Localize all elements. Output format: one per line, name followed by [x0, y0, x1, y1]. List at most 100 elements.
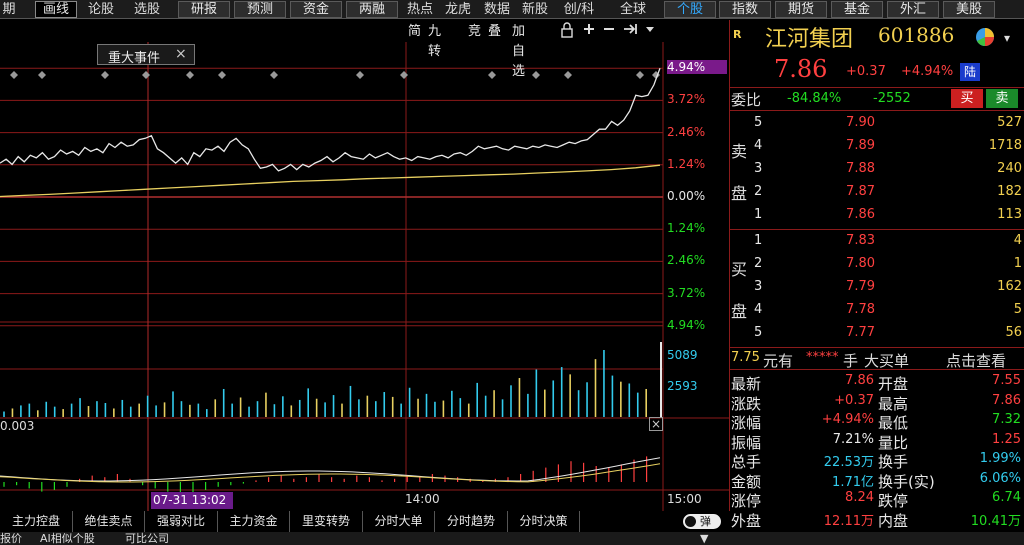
event-marker-icon — [142, 71, 150, 79]
bid-row-volume: 1 — [1013, 256, 1022, 271]
ask-row-level: 4 — [754, 138, 763, 153]
bid-row-level: 2 — [754, 256, 763, 271]
stat-value: 22.53万 — [823, 455, 874, 470]
menu-redian[interactable]: 热点 — [404, 1, 436, 18]
status-tab-baojia[interactable]: 报价 — [0, 532, 22, 545]
tab-qiangruoduibi[interactable]: 强弱对比 — [145, 511, 218, 532]
time-label-1500: 15:00 — [667, 492, 702, 506]
ask-row-level: 1 — [754, 207, 763, 222]
menu-liangrong-button[interactable]: 两融 — [346, 1, 398, 18]
indicator-tab-bar: 主力控盘 绝佳卖点 强弱对比 主力资金 里变转势 分时大单 分时趋势 分时决策 … — [0, 511, 1024, 532]
menu-meigu-button[interactable]: 美股 — [943, 1, 995, 18]
menu-shuju[interactable]: 数据 — [481, 1, 513, 18]
stat-label: 换手 — [878, 453, 909, 471]
major-event-box[interactable]: 重大事件 × — [97, 44, 195, 66]
menu-yanbao-button[interactable]: 研报 — [178, 1, 230, 18]
tab-fenshiqushi[interactable]: 分时趋势 — [435, 511, 508, 532]
plus-icon[interactable] — [582, 22, 598, 42]
menu-jijin-button[interactable]: 基金 — [831, 1, 883, 18]
stat-label: 涨跌 — [731, 394, 762, 413]
stat-label: 开盘 — [878, 375, 909, 393]
event-marker-icon — [186, 71, 194, 79]
tab-zhulikongpan[interactable]: 主力控盘 — [0, 511, 73, 532]
menu-zhishu-button[interactable]: 指数 — [719, 1, 771, 18]
menu-qi[interactable]: 期 — [0, 1, 18, 18]
big-order-view-link[interactable]: 点击查看 — [946, 350, 1006, 371]
intraday-chart-svg[interactable] — [0, 20, 729, 511]
bid-row-level: 1 — [754, 233, 763, 248]
big-order-label: 大买单 — [864, 352, 910, 370]
expand-icon[interactable] — [622, 22, 640, 42]
tab-fenshidadan[interactable]: 分时大单 — [363, 511, 435, 532]
menu-chuangke[interactable]: 创/科 — [558, 1, 600, 18]
big-order-unit: 元有 — [763, 352, 794, 370]
stat-value: 7.21% — [832, 431, 874, 447]
jing-button[interactable]: 竞 — [468, 22, 481, 42]
bid-row-level: 3 — [754, 279, 763, 294]
tab-fenshijuece[interactable]: 分时决策 — [508, 511, 580, 532]
bid-row-volume: 56 — [1005, 325, 1022, 340]
price-change-pct: +4.94% — [901, 64, 954, 79]
event-marker-icon — [38, 71, 46, 79]
ask-row-volume: 240 — [997, 161, 1022, 176]
menu-huaxian[interactable]: 画线 — [35, 1, 77, 18]
dropdown-icon[interactable] — [644, 22, 658, 42]
toggle-switch[interactable]: 弹 — [683, 514, 721, 529]
die-button[interactable]: 叠 — [488, 22, 501, 42]
sell-side-label-1: 卖 — [731, 142, 748, 161]
status-bar: 报价 AI相似个股 可比公司 ▼ — [0, 532, 1024, 545]
menu-quanqiu[interactable]: 全球 — [617, 1, 649, 18]
jian-button[interactable]: 简 — [408, 22, 421, 42]
menu-qihuo-button[interactable]: 期货 — [775, 1, 827, 18]
event-marker-icon — [488, 71, 496, 79]
ask-row-price: 7.87 — [846, 184, 875, 199]
menu-yuce-button[interactable]: 预测 — [234, 1, 286, 18]
weibi-ratio: -84.84% — [787, 91, 842, 106]
menu-gegu-button[interactable]: 个股 — [664, 1, 716, 18]
menu-waihui-button[interactable]: 外汇 — [887, 1, 939, 18]
event-marker-icon — [400, 71, 408, 79]
bid-row-price: 7.77 — [846, 325, 875, 340]
stat-value: 6.06% — [979, 470, 1021, 486]
status-arrow-icon[interactable]: ▼ — [700, 532, 708, 545]
ask-row-volume: 527 — [997, 115, 1022, 130]
ask-row-volume: 1718 — [988, 138, 1022, 153]
stat-value: 6.74 — [992, 490, 1021, 505]
pie-chart-icon[interactable] — [975, 27, 995, 47]
menu-xuangu[interactable]: 选股 — [131, 1, 163, 18]
add-watchlist-button[interactable]: 加自选 — [512, 22, 525, 79]
tab-libianzhuanshi[interactable]: 里变转势 — [290, 511, 363, 532]
toggle-label: 弹 — [700, 515, 711, 528]
menu-longhu[interactable]: 龙虎 — [442, 1, 474, 18]
intraday-chart-area — [0, 20, 729, 511]
menu-zijin-button[interactable]: 资金 — [290, 1, 342, 18]
ask-row-level: 2 — [754, 184, 763, 199]
stat-label: 换手(实) — [878, 472, 935, 491]
jiuzhuan-button[interactable]: 九转 — [428, 22, 441, 59]
sell-side-label-2: 盘 — [731, 184, 748, 203]
weibi-diff: -2552 — [873, 91, 911, 106]
event-marker-icon — [270, 71, 278, 79]
buy-side-label-2: 盘 — [731, 302, 748, 321]
tab-zhulizijin[interactable]: 主力资金 — [218, 511, 290, 532]
menu-lungu[interactable]: 论股 — [85, 1, 117, 18]
stat-label: 最新 — [731, 375, 762, 393]
stat-label: 最高 — [878, 394, 909, 413]
tab-jiajiamaidian[interactable]: 绝佳卖点 — [73, 511, 145, 532]
percent-tick-label: 2.46% — [667, 253, 706, 268]
macd-close-icon[interactable]: × — [649, 417, 663, 431]
bid-row-level: 4 — [754, 302, 763, 317]
bid-row-volume: 5 — [1013, 302, 1022, 317]
panel-dropdown-icon[interactable]: ▾ — [1004, 31, 1010, 45]
menu-xingu[interactable]: 新股 — [519, 1, 551, 18]
major-event-close-icon[interactable]: × — [175, 46, 187, 62]
minus-icon[interactable] — [602, 22, 618, 42]
ask-row-volume: 182 — [997, 184, 1022, 199]
big-order-stars: ***** — [806, 350, 839, 365]
sell-button[interactable]: 卖 — [986, 89, 1018, 108]
lock-icon[interactable] — [560, 22, 578, 42]
status-tab-comparable[interactable]: 可比公司 — [125, 532, 169, 545]
status-tab-ai-similar[interactable]: AI相似个股 — [40, 532, 95, 545]
ask-row-price: 7.89 — [846, 138, 875, 153]
buy-button[interactable]: 买 — [951, 89, 983, 108]
